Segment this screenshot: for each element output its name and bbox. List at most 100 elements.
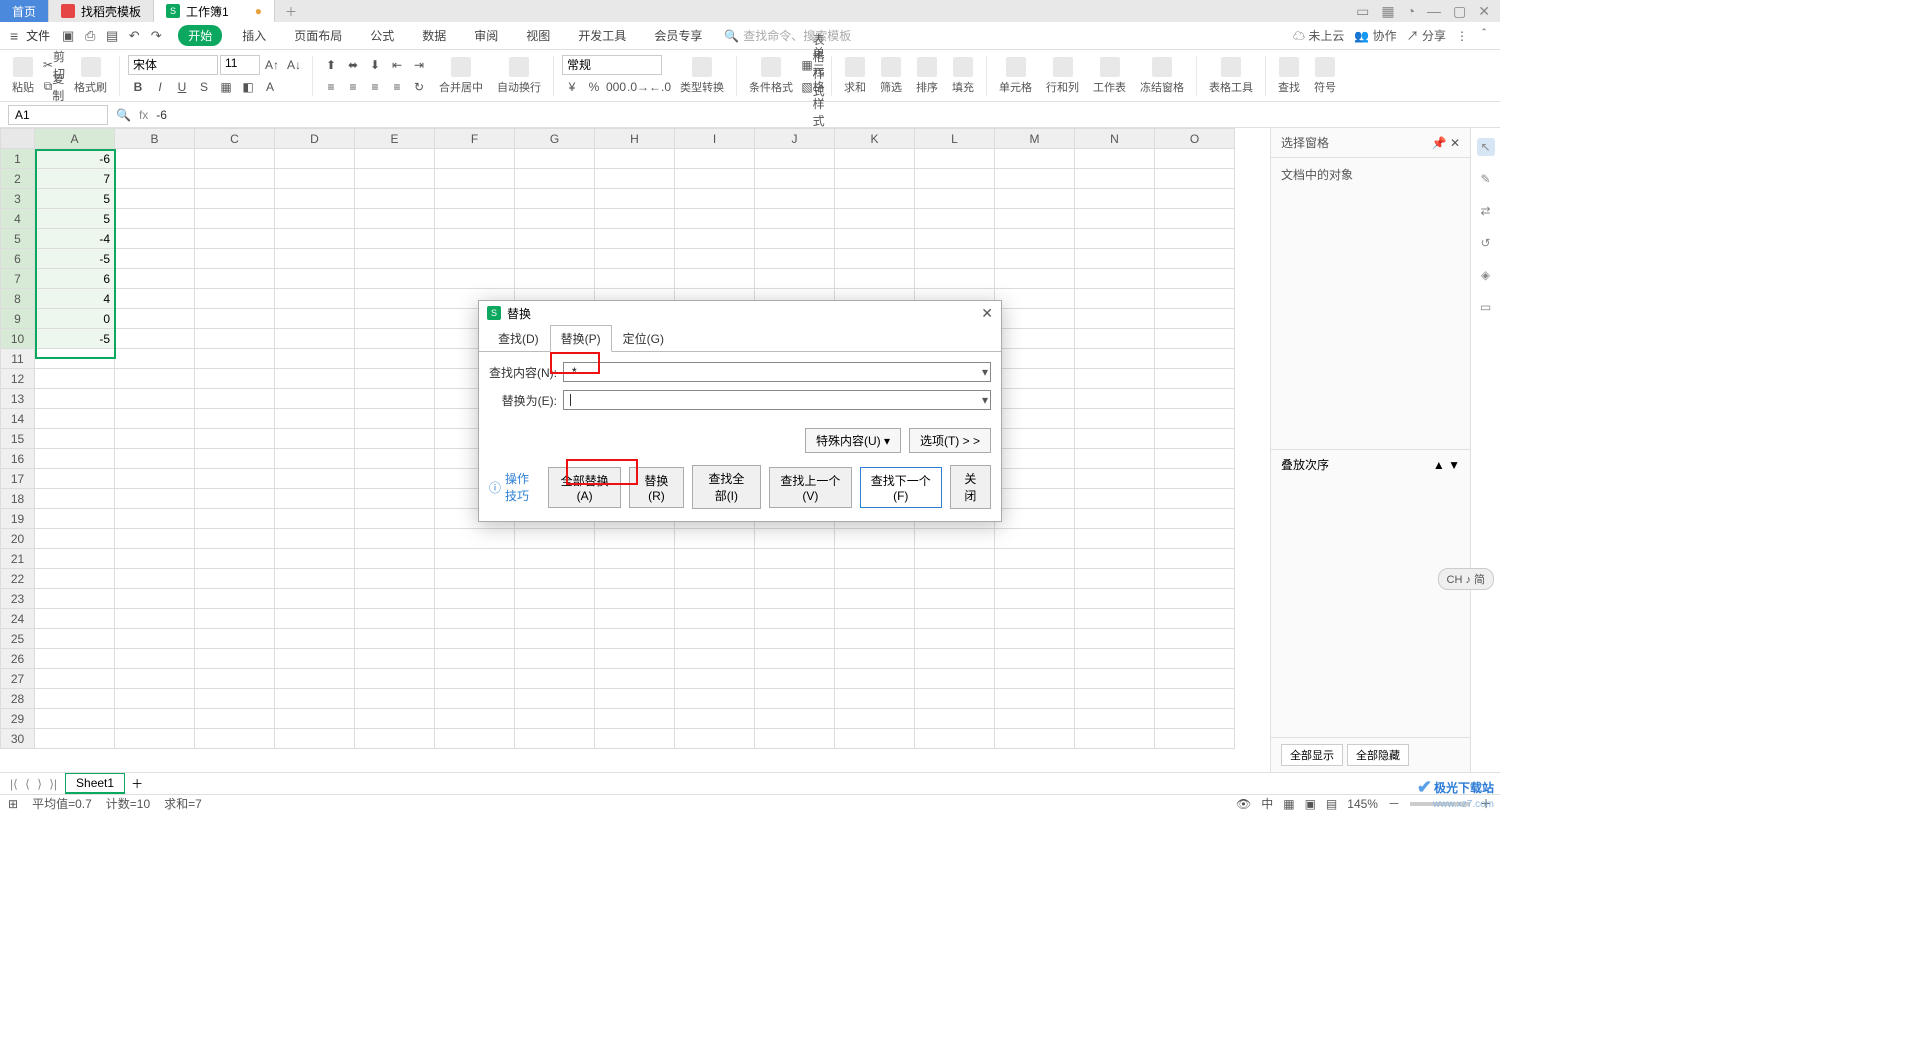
filter[interactable]: 筛选 [876, 57, 906, 95]
cell-M4[interactable] [995, 209, 1075, 229]
pin-icon[interactable]: 📌 [1432, 136, 1447, 150]
cell-J28[interactable] [755, 689, 835, 709]
cell-E9[interactable] [355, 309, 435, 329]
cell-B6[interactable] [115, 249, 195, 269]
cell-A10[interactable]: -5 [35, 329, 115, 349]
cell-E11[interactable] [355, 349, 435, 369]
cell-C1[interactable] [195, 149, 275, 169]
cell-A23[interactable] [35, 589, 115, 609]
cell-M26[interactable] [995, 649, 1075, 669]
cell-M8[interactable] [995, 289, 1075, 309]
cell-B24[interactable] [115, 609, 195, 629]
cell-C17[interactable] [195, 469, 275, 489]
cell-C29[interactable] [195, 709, 275, 729]
cell-N25[interactable] [1075, 629, 1155, 649]
cell-G1[interactable] [515, 149, 595, 169]
cell-B11[interactable] [115, 349, 195, 369]
find[interactable]: 查找 [1274, 57, 1304, 95]
cell-F25[interactable] [435, 629, 515, 649]
cell-E6[interactable] [355, 249, 435, 269]
cell-F20[interactable] [435, 529, 515, 549]
new-tab-button[interactable]: ＋ [275, 0, 307, 22]
side-select-icon[interactable]: ↖ [1477, 138, 1495, 156]
cell-B9[interactable] [115, 309, 195, 329]
cell-H3[interactable] [595, 189, 675, 209]
fill-color-icon[interactable]: ◧ [238, 77, 258, 97]
cell-B2[interactable] [115, 169, 195, 189]
cell-J26[interactable] [755, 649, 835, 669]
cell-D3[interactable] [275, 189, 355, 209]
cell-E25[interactable] [355, 629, 435, 649]
cell-C5[interactable] [195, 229, 275, 249]
cell-H20[interactable] [595, 529, 675, 549]
cell-O27[interactable] [1155, 669, 1235, 689]
cell-N12[interactable] [1075, 369, 1155, 389]
cell-O24[interactable] [1155, 609, 1235, 629]
cell-E4[interactable] [355, 209, 435, 229]
table-tools[interactable]: 表格工具 [1205, 57, 1257, 95]
cell-E27[interactable] [355, 669, 435, 689]
increase-font-icon[interactable]: A↑ [262, 55, 282, 75]
cell-J30[interactable] [755, 729, 835, 749]
cell-F23[interactable] [435, 589, 515, 609]
cell-I6[interactable] [675, 249, 755, 269]
cell-A1[interactable]: -6 [35, 149, 115, 169]
cell-M12[interactable] [995, 369, 1075, 389]
cell-K27[interactable] [835, 669, 915, 689]
cell-I28[interactable] [675, 689, 755, 709]
cell-H5[interactable] [595, 229, 675, 249]
layout-icon[interactable]: ▭ [1356, 3, 1369, 20]
cell-N5[interactable] [1075, 229, 1155, 249]
cell-N1[interactable] [1075, 149, 1155, 169]
cell-C8[interactable] [195, 289, 275, 309]
tab-templates[interactable]: 找稻壳模板 [49, 0, 154, 22]
font-name-combo[interactable]: 宋体 [128, 55, 218, 75]
cell-G25[interactable] [515, 629, 595, 649]
cell-C14[interactable] [195, 409, 275, 429]
rowcol[interactable]: 行和列 [1042, 57, 1083, 95]
cell-D16[interactable] [275, 449, 355, 469]
cell-I7[interactable] [675, 269, 755, 289]
cell-B21[interactable] [115, 549, 195, 569]
cell-L21[interactable] [915, 549, 995, 569]
cell-A24[interactable] [35, 609, 115, 629]
cell-G21[interactable] [515, 549, 595, 569]
cell-N30[interactable] [1075, 729, 1155, 749]
cell-A5[interactable]: -4 [35, 229, 115, 249]
cell-N19[interactable] [1075, 509, 1155, 529]
cell-E30[interactable] [355, 729, 435, 749]
cell-I27[interactable] [675, 669, 755, 689]
cell-G20[interactable] [515, 529, 595, 549]
cell-N18[interactable] [1075, 489, 1155, 509]
cell-J6[interactable] [755, 249, 835, 269]
cell-I3[interactable] [675, 189, 755, 209]
cell-J25[interactable] [755, 629, 835, 649]
cell-B25[interactable] [115, 629, 195, 649]
cell-G6[interactable] [515, 249, 595, 269]
cell-E7[interactable] [355, 269, 435, 289]
cell-A6[interactable]: -5 [35, 249, 115, 269]
undo-icon[interactable]: ↶ [126, 28, 142, 44]
cell-G3[interactable] [515, 189, 595, 209]
cell-K29[interactable] [835, 709, 915, 729]
cell-H1[interactable] [595, 149, 675, 169]
cell-L2[interactable] [915, 169, 995, 189]
order-up-icon[interactable]: ▲ [1433, 458, 1445, 472]
cell-O26[interactable] [1155, 649, 1235, 669]
cell-L7[interactable] [915, 269, 995, 289]
apps-icon[interactable]: ▦ [1381, 3, 1394, 20]
cell-E23[interactable] [355, 589, 435, 609]
cell-J22[interactable] [755, 569, 835, 589]
cell-D19[interactable] [275, 509, 355, 529]
cell-I2[interactable] [675, 169, 755, 189]
cell-B15[interactable] [115, 429, 195, 449]
cell-D29[interactable] [275, 709, 355, 729]
cell-M11[interactable] [995, 349, 1075, 369]
cell-G23[interactable] [515, 589, 595, 609]
cell-H22[interactable] [595, 569, 675, 589]
cell-N24[interactable] [1075, 609, 1155, 629]
cell-L22[interactable] [915, 569, 995, 589]
cell-H4[interactable] [595, 209, 675, 229]
side-backup-icon[interactable]: ↺ [1477, 234, 1495, 252]
cell-L1[interactable] [915, 149, 995, 169]
